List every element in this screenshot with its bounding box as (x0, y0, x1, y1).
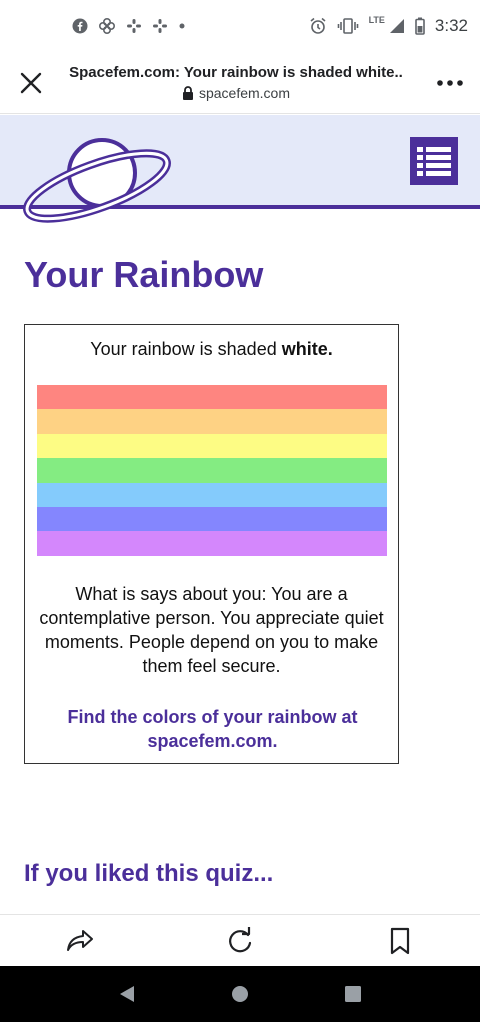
browser-page: LTE 3:32 Spacefem.com: Your rainbow is s… (0, 0, 480, 1022)
rainbow-stripe (37, 531, 387, 556)
rainbow-stripe (37, 506, 387, 532)
pinwheel-icon (98, 17, 116, 35)
close-icon (20, 72, 42, 93)
nav-recents-button[interactable] (323, 966, 383, 1022)
bottom-toolbar (0, 914, 480, 966)
page-info[interactable]: Spacefem.com: Your rainbow is shaded whi… (62, 64, 420, 101)
result-text: Your rainbow is shaded white. (25, 339, 398, 360)
facebook-icon (72, 18, 88, 34)
home-circle-icon (231, 986, 248, 1002)
signal-icon (389, 18, 405, 34)
rainbow-stripe (37, 433, 387, 459)
site-header (0, 115, 480, 223)
close-button[interactable] (0, 52, 62, 114)
rainbow-stripe (37, 385, 387, 410)
slack-icon (126, 18, 142, 34)
slack-icon (152, 18, 168, 34)
vibrate-icon (337, 17, 359, 35)
battery-icon (415, 17, 425, 35)
site-menu-button[interactable] (410, 137, 458, 185)
page-title: Spacefem.com: Your rainbow is shaded whi… (69, 64, 403, 81)
status-bar-notifications (72, 17, 186, 35)
menu-icon (417, 147, 451, 176)
recents-square-icon (345, 986, 362, 1002)
site-logo[interactable] (22, 133, 177, 228)
share-icon (67, 929, 93, 951)
planet-logo-icon (23, 138, 171, 223)
back-triangle-icon (119, 986, 134, 1002)
nav-back-button[interactable] (97, 966, 157, 1022)
more-options-button[interactable] (420, 52, 480, 114)
lock-icon (182, 86, 193, 100)
nav-home-button[interactable] (210, 966, 270, 1022)
browser-toolbar: Spacefem.com: Your rainbow is shaded whi… (0, 52, 480, 114)
page-heading: Your Rainbow (24, 254, 264, 295)
related-heading: If you liked this quiz... (24, 860, 274, 887)
rainbow-image (37, 385, 387, 556)
result-prefix: Your rainbow is shaded (90, 339, 282, 359)
network-type-label: LTE (368, 15, 385, 25)
bookmark-icon (390, 927, 410, 954)
rainbow-stripe (37, 458, 387, 483)
alarm-icon (309, 17, 327, 35)
status-bar-system: LTE 3:32 (309, 15, 468, 36)
refresh-button[interactable] (210, 916, 270, 966)
spacefem-link[interactable]: Find the colors of your rainbow at space… (45, 705, 380, 753)
url-line: spacefem.com (62, 85, 410, 101)
dot-icon (178, 22, 186, 30)
result-card: Your rainbow is shaded white. What is sa… (24, 324, 399, 764)
share-button[interactable] (50, 916, 110, 966)
page-url: spacefem.com (198, 85, 291, 101)
rainbow-stripe (37, 409, 387, 434)
system-nav-bar (0, 966, 480, 1022)
status-bar: LTE 3:32 (0, 0, 480, 52)
result-description: What is says about you: You are a contem… (39, 584, 384, 676)
clock: 3:32 (434, 16, 468, 35)
more-icon (437, 79, 463, 86)
result-color: white. (281, 339, 333, 359)
refresh-icon (229, 926, 252, 952)
rainbow-stripe (37, 482, 387, 507)
bookmark-button[interactable] (370, 916, 430, 966)
